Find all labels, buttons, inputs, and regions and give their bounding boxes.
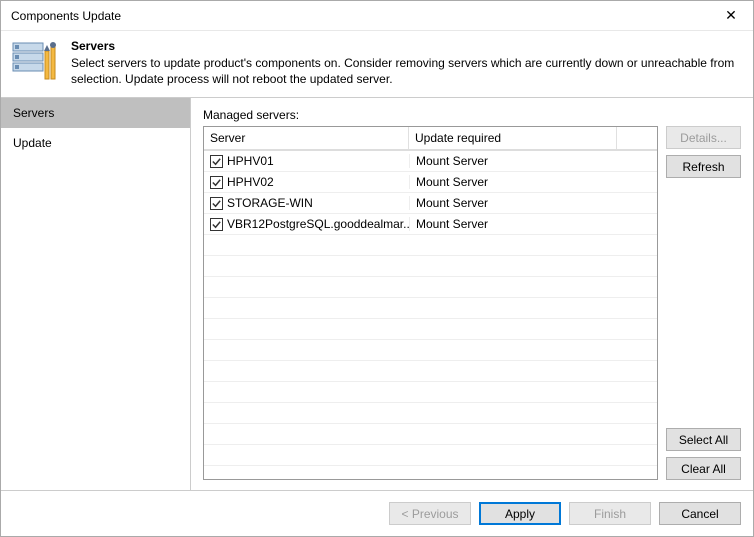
table-row[interactable]: STORAGE-WIN Mount Server bbox=[204, 193, 657, 214]
body: Servers Update Managed servers: Server U… bbox=[1, 97, 753, 490]
table-row-empty bbox=[204, 424, 657, 445]
server-name: STORAGE-WIN bbox=[227, 196, 313, 210]
header-text: Servers Select servers to update product… bbox=[71, 37, 743, 87]
server-name: VBR12PostgreSQL.gooddealmar... bbox=[227, 217, 409, 231]
sidebar-item-update[interactable]: Update bbox=[1, 128, 190, 158]
sidebar-item-label: Servers bbox=[13, 106, 54, 120]
clear-all-button[interactable]: Clear All bbox=[666, 457, 741, 480]
column-header-server[interactable]: Server bbox=[204, 127, 409, 149]
update-required: Mount Server bbox=[409, 196, 617, 210]
row-checkbox[interactable] bbox=[210, 155, 223, 168]
content: Managed servers: Server Update required … bbox=[191, 98, 753, 490]
update-required: Mount Server bbox=[409, 154, 617, 168]
update-required: Mount Server bbox=[409, 175, 617, 189]
row-checkbox[interactable] bbox=[210, 218, 223, 231]
sidebar: Servers Update bbox=[1, 98, 191, 490]
finish-button[interactable]: Finish bbox=[569, 502, 651, 525]
table-row-empty bbox=[204, 298, 657, 319]
table-body: HPHV01 Mount Server HPHV02 Mount Server bbox=[204, 150, 657, 479]
table-row[interactable]: HPHV01 Mount Server bbox=[204, 151, 657, 172]
header-description: Select servers to update product's compo… bbox=[71, 55, 743, 87]
servers-icon bbox=[11, 37, 59, 85]
table-header: Server Update required bbox=[204, 127, 657, 150]
table-row[interactable]: VBR12PostgreSQL.gooddealmar... Mount Ser… bbox=[204, 214, 657, 235]
table-row-empty bbox=[204, 235, 657, 256]
table-row-empty bbox=[204, 466, 657, 479]
table-row-empty bbox=[204, 277, 657, 298]
sidebar-item-label: Update bbox=[13, 136, 52, 150]
components-update-dialog: Components Update ✕ Servers Select serve… bbox=[0, 0, 754, 537]
table-row-empty bbox=[204, 445, 657, 466]
sidebar-item-servers[interactable]: Servers bbox=[1, 98, 190, 128]
column-header-update[interactable]: Update required bbox=[409, 127, 617, 149]
titlebar: Components Update ✕ bbox=[1, 1, 753, 31]
row-checkbox[interactable] bbox=[210, 197, 223, 210]
window-title: Components Update bbox=[11, 9, 121, 23]
cancel-button[interactable]: Cancel bbox=[659, 502, 741, 525]
side-buttons: Details... Refresh Select All Clear All bbox=[666, 126, 741, 480]
refresh-button[interactable]: Refresh bbox=[666, 155, 741, 178]
table-row-empty bbox=[204, 361, 657, 382]
table-row-empty bbox=[204, 403, 657, 424]
server-name: HPHV02 bbox=[227, 175, 274, 189]
server-name: HPHV01 bbox=[227, 154, 274, 168]
details-button[interactable]: Details... bbox=[666, 126, 741, 149]
previous-button[interactable]: < Previous bbox=[389, 502, 471, 525]
header: Servers Select servers to update product… bbox=[1, 31, 753, 97]
managed-servers-label: Managed servers: bbox=[203, 108, 741, 122]
apply-button[interactable]: Apply bbox=[479, 502, 561, 525]
update-required: Mount Server bbox=[409, 217, 617, 231]
table-row-empty bbox=[204, 340, 657, 361]
table-row-empty bbox=[204, 256, 657, 277]
close-button[interactable]: ✕ bbox=[709, 2, 753, 30]
servers-table: Server Update required HPHV01 Mount Serv… bbox=[203, 126, 658, 480]
footer: < Previous Apply Finish Cancel bbox=[1, 490, 753, 536]
table-row-empty bbox=[204, 319, 657, 340]
select-all-button[interactable]: Select All bbox=[666, 428, 741, 451]
table-row-empty bbox=[204, 382, 657, 403]
column-header-spacer bbox=[617, 127, 657, 149]
row-checkbox[interactable] bbox=[210, 176, 223, 189]
table-row[interactable]: HPHV02 Mount Server bbox=[204, 172, 657, 193]
header-heading: Servers bbox=[71, 39, 743, 53]
